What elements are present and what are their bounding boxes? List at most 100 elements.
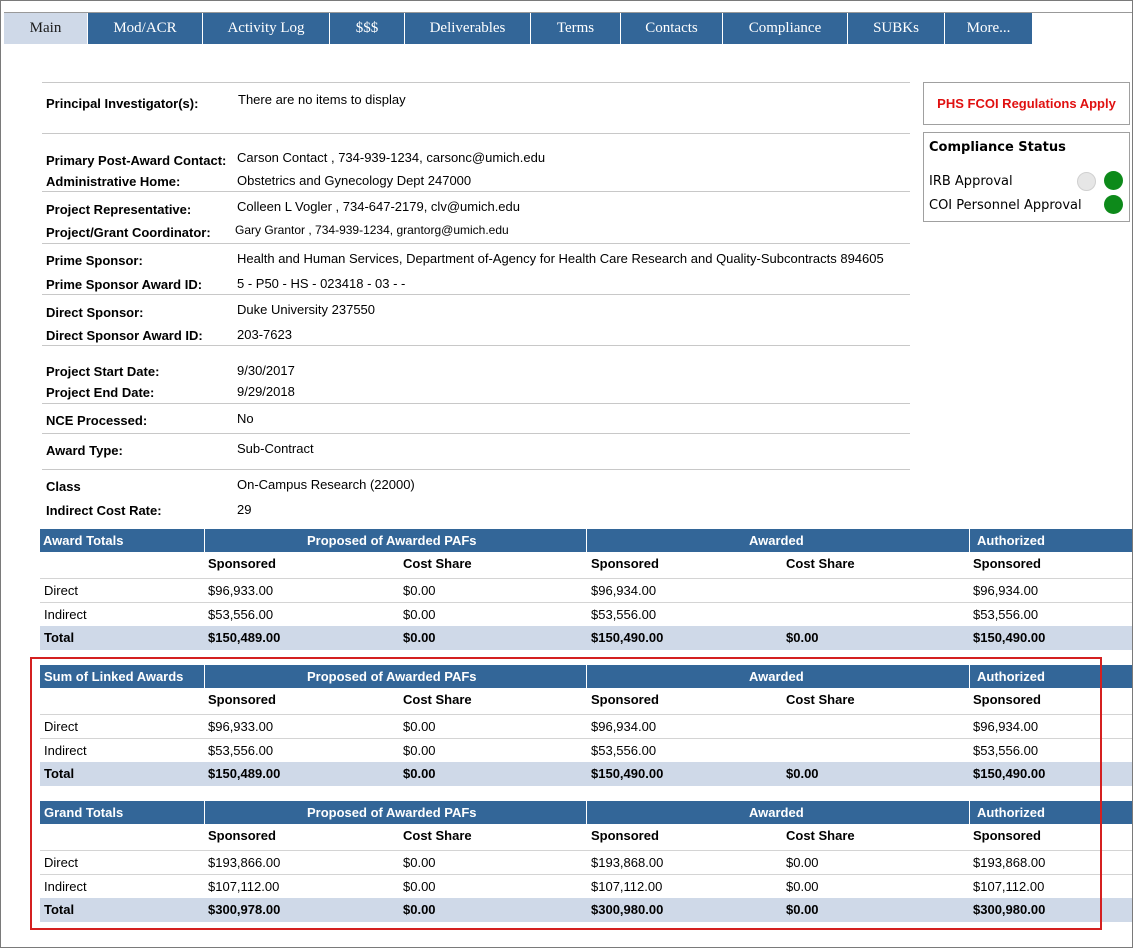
start-date-value: 9/30/2017 bbox=[237, 363, 295, 378]
awarded-sponsored: $193,868.00 bbox=[591, 855, 664, 870]
col-sponsored: Sponsored bbox=[208, 556, 276, 571]
table-row-direct: Direct $193,866.00 $0.00 $193,868.00 $0.… bbox=[40, 850, 1132, 874]
row-label: Direct bbox=[44, 719, 78, 734]
proposed-cost-share: $0.00 bbox=[403, 879, 436, 894]
tab-mod-acr[interactable]: Mod/ACR bbox=[88, 13, 203, 44]
coord-email[interactable]: grantorg@umich.edu bbox=[396, 223, 508, 237]
start-date-label: Project Start Date: bbox=[46, 364, 160, 379]
row-label: Total bbox=[44, 630, 75, 645]
tab-main[interactable]: Main bbox=[4, 13, 88, 44]
table-subheader: Sponsored Cost Share Sponsored Cost Shar… bbox=[40, 825, 1132, 849]
table-title: Sum of Linked Awards bbox=[44, 669, 184, 684]
proposed-sponsored: $96,933.00 bbox=[208, 583, 274, 598]
compliance-status-title: Compliance Status bbox=[929, 140, 1066, 155]
col-sponsored: Sponsored bbox=[973, 556, 1041, 571]
awarded-sponsored: $150,490.00 bbox=[591, 766, 664, 781]
col-sponsored: Sponsored bbox=[591, 556, 659, 571]
prime-sponsor-label: Prime Sponsor: bbox=[46, 253, 143, 268]
proposed-cost-share: $0.00 bbox=[403, 719, 436, 734]
tab-activity-log[interactable]: Activity Log bbox=[203, 13, 330, 44]
linked-awards-table: Sum of Linked Awards Proposed of Awarded… bbox=[40, 665, 1132, 787]
tab-bar: Main Mod/ACR Activity Log $$$ Deliverabl… bbox=[4, 12, 1132, 44]
proposed-cost-share: $0.00 bbox=[403, 583, 436, 598]
awarded-sponsored: $53,556.00 bbox=[591, 607, 657, 622]
irb-status-indicator-green[interactable] bbox=[1104, 171, 1123, 190]
class-label: Class bbox=[46, 479, 81, 494]
tab-compliance[interactable]: Compliance bbox=[723, 13, 848, 44]
tab-money[interactable]: $$$ bbox=[330, 13, 405, 44]
col-proposed: Proposed of Awarded PAFs bbox=[307, 533, 477, 548]
award-type-value: Sub-Contract bbox=[237, 441, 314, 456]
proposed-cost-share: $0.00 bbox=[403, 766, 436, 781]
authorized-sponsored: $107,112.00 bbox=[973, 879, 1045, 894]
coord-value: Gary Grantor , 734-939-1234, grantorg@um… bbox=[235, 223, 509, 237]
awarded-sponsored: $96,934.00 bbox=[591, 719, 657, 734]
irb-approval-label: IRB Approval bbox=[929, 174, 1013, 189]
awarded-sponsored: $300,980.00 bbox=[591, 902, 664, 917]
compliance-status-panel: Compliance Status IRB Approval COI Perso… bbox=[923, 132, 1130, 222]
icr-label: Indirect Cost Rate: bbox=[46, 503, 162, 518]
ppac-email[interactable]: carsonc@umich.edu bbox=[426, 150, 545, 165]
proposed-cost-share: $0.00 bbox=[403, 607, 436, 622]
grand-totals-table: Grand Totals Proposed of Awarded PAFs Aw… bbox=[40, 801, 1132, 923]
authorized-sponsored: $150,490.00 bbox=[973, 766, 1046, 781]
awarded-sponsored: $107,112.00 bbox=[591, 879, 663, 894]
tab-contacts[interactable]: Contacts bbox=[621, 13, 723, 44]
col-sponsored: Sponsored bbox=[973, 692, 1041, 707]
table-subheader: Sponsored Cost Share Sponsored Cost Shar… bbox=[40, 553, 1132, 577]
table-row-total: Total $150,489.00 $0.00 $150,490.00 $0.0… bbox=[40, 626, 1132, 650]
proposed-sponsored: $53,556.00 bbox=[208, 743, 274, 758]
awarded-sponsored: $96,934.00 bbox=[591, 583, 657, 598]
row-label: Total bbox=[44, 902, 75, 917]
authorized-sponsored: $96,934.00 bbox=[973, 583, 1039, 598]
class-value: On-Campus Research (22000) bbox=[237, 477, 415, 492]
tab-terms[interactable]: Terms bbox=[531, 13, 621, 44]
authorized-sponsored: $96,934.00 bbox=[973, 719, 1039, 734]
col-proposed: Proposed of Awarded PAFs bbox=[307, 669, 477, 684]
end-date-value: 9/29/2018 bbox=[237, 384, 295, 399]
tab-subks[interactable]: SUBKs bbox=[848, 13, 945, 44]
table-row-total: Total $300,978.00 $0.00 $300,980.00 $0.0… bbox=[40, 898, 1132, 922]
awarded-cost-share: $0.00 bbox=[786, 630, 819, 645]
divider bbox=[42, 403, 910, 404]
coord-name[interactable]: Gary Grantor bbox=[235, 223, 305, 237]
divider bbox=[42, 133, 910, 134]
col-sponsored: Sponsored bbox=[591, 692, 659, 707]
ppac-name[interactable]: Carson Contact bbox=[237, 150, 327, 165]
tab-deliverables[interactable]: Deliverables bbox=[405, 13, 531, 44]
award-type-label: Award Type: bbox=[46, 443, 123, 458]
authorized-sponsored: $193,868.00 bbox=[973, 855, 1046, 870]
table-header: Grand Totals Proposed of Awarded PAFs Aw… bbox=[40, 801, 1132, 824]
col-awarded: Awarded bbox=[749, 533, 804, 548]
table-header: Award Totals Proposed of Awarded PAFs Aw… bbox=[40, 529, 1132, 552]
tab-more[interactable]: More... bbox=[945, 13, 1033, 44]
proposed-sponsored: $107,112.00 bbox=[208, 879, 280, 894]
col-cost-share: Cost Share bbox=[786, 556, 855, 571]
table-row-indirect: Indirect $53,556.00 $0.00 $53,556.00 $53… bbox=[40, 738, 1132, 762]
proposed-cost-share: $0.00 bbox=[403, 855, 436, 870]
table-row-direct: Direct $96,933.00 $0.00 $96,934.00 $96,9… bbox=[40, 578, 1132, 602]
icr-value: 29 bbox=[237, 502, 252, 517]
table-subheader: Sponsored Cost Share Sponsored Cost Shar… bbox=[40, 689, 1132, 713]
authorized-sponsored: $300,980.00 bbox=[973, 902, 1046, 917]
nce-value: No bbox=[237, 411, 254, 426]
col-cost-share: Cost Share bbox=[786, 692, 855, 707]
table-title: Award Totals bbox=[43, 533, 124, 548]
divider bbox=[42, 433, 910, 434]
admin-home-label: Administrative Home: bbox=[46, 174, 181, 189]
table-row-direct: Direct $96,933.00 $0.00 $96,934.00 $96,9… bbox=[40, 714, 1132, 738]
coord-phone: 734-939-1234 bbox=[315, 223, 390, 237]
proposed-cost-share: $0.00 bbox=[403, 902, 436, 917]
coi-status-indicator-green[interactable] bbox=[1104, 195, 1123, 214]
col-sponsored: Sponsored bbox=[973, 828, 1041, 843]
table-row-indirect: Indirect $53,556.00 $0.00 $53,556.00 $53… bbox=[40, 602, 1132, 626]
prime-award-label: Prime Sponsor Award ID: bbox=[46, 277, 203, 292]
proposed-cost-share: $0.00 bbox=[403, 630, 436, 645]
proposed-sponsored: $150,489.00 bbox=[208, 766, 281, 781]
ppac-label: Primary Post-Award Contact: bbox=[46, 153, 227, 168]
col-sponsored: Sponsored bbox=[591, 828, 659, 843]
award-detail-window: Main Mod/ACR Activity Log $$$ Deliverabl… bbox=[0, 0, 1133, 948]
col-cost-share: Cost Share bbox=[403, 692, 472, 707]
awarded-cost-share: $0.00 bbox=[786, 879, 819, 894]
col-cost-share: Cost Share bbox=[786, 828, 855, 843]
